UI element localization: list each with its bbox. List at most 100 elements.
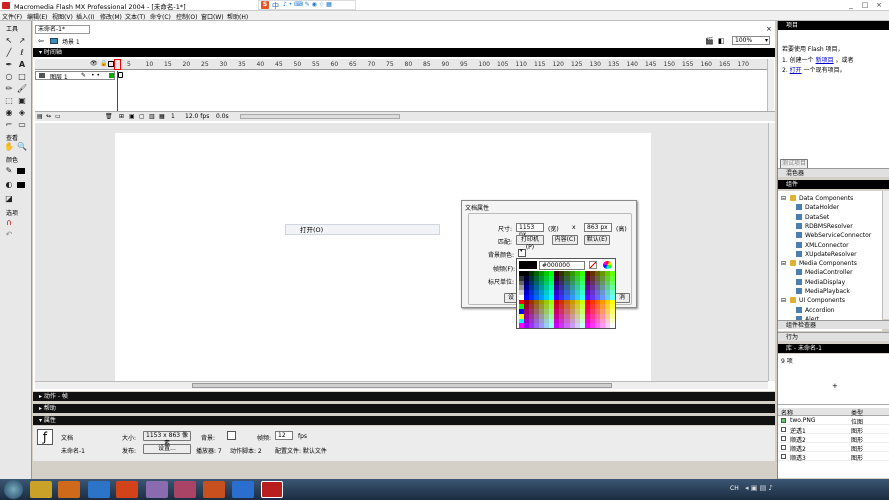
bg-color-swatch[interactable]: ▾ [518,248,526,257]
add-guide-icon[interactable]: ↬ [46,113,51,120]
color-swatch[interactable] [609,323,615,328]
zoom-select[interactable]: 100% ▾ [732,36,770,45]
timeline-hscroll[interactable] [240,114,400,119]
color-swatch[interactable] [519,323,525,328]
component-item[interactable]: XUpdateResolver [796,250,857,258]
taskbar-media-icon[interactable] [58,481,80,498]
components-vscroll[interactable] [882,191,889,319]
menu-text[interactable]: 文本(T) [125,12,145,21]
component-group[interactable]: Data Components [790,195,853,202]
snap-magnet-icon[interactable]: ∩ [3,217,15,228]
doc-close-icon[interactable]: × [766,25,772,33]
components-header[interactable]: 组件 [778,180,889,189]
onion-skin-icon[interactable]: ▣ [129,113,135,120]
library-row[interactable]: 顺透2 图形 [778,434,889,444]
subselect-tool-icon[interactable]: ↗ [16,35,28,46]
fill-color-icon[interactable]: ◐ [3,179,15,190]
color-hex-input[interactable]: #000000 [539,261,585,270]
collapse-toggle-icon[interactable]: ⊟ [781,297,786,304]
stroke-swatch[interactable] [17,168,25,174]
component-item[interactable]: Accordion [796,306,835,314]
match-printer-button[interactable]: 打印机(P) [516,235,544,251]
menu-modify[interactable]: 修改(M) [100,12,122,21]
help-panel-header[interactable]: ▸ 帮助 [33,404,775,413]
smooth-icon[interactable]: ↶ [3,229,15,240]
menu-view[interactable]: 视图(V) [52,12,73,21]
library-row[interactable]: 顺透3 图形 [778,452,889,462]
stage-hscroll[interactable] [35,381,768,389]
timeline-header[interactable]: ▾ 时间轴 [33,48,775,57]
taskbar-app-icon[interactable] [146,481,168,498]
new-project-link[interactable]: 新项目 [816,57,834,64]
width-input[interactable]: 1153 px [516,223,544,238]
line-tool-icon[interactable]: ╱ [3,47,15,58]
library-row[interactable]: 逆透1 图形 [778,425,889,435]
timeline-ruler[interactable]: 5 10 15 20 25 30 35 40 45 50 55 60 65 70 75 80 85 90 95 100… [115,59,767,70]
taskbar-explorer-icon[interactable] [30,481,52,498]
actions-panel-header[interactable]: ▸ 动作 - 帧 [33,392,775,401]
component-item[interactable]: RDBMSResolver [796,222,853,230]
document-tab[interactable]: 未命名-1* [35,25,90,34]
zoom-tool-icon[interactable]: 🔍 [16,141,28,152]
behaviors-header[interactable]: 行为 [778,332,889,341]
edit-symbol-icon[interactable]: ◧ [718,37,725,45]
close-button[interactable]: × [872,1,886,10]
lasso-tool-icon[interactable]: ℓ [16,47,28,58]
rect-tool-icon[interactable]: □ [16,71,28,82]
ink-bottle-icon[interactable]: ◉ [3,107,15,118]
component-item[interactable]: MediaDisplay [796,278,845,286]
collapse-toggle-icon[interactable]: ⊟ [781,260,786,267]
properties-panel-header[interactable]: ▾ 属性 [33,416,775,425]
minimize-button[interactable]: _ [844,1,858,10]
library-row[interactable]: 顺透2 图形 [778,443,889,453]
free-transform-icon[interactable]: ⬚ [3,95,15,106]
menu-file[interactable]: 文件(F) [2,12,22,21]
size-button[interactable]: 1153 x 863 像素 [143,431,191,447]
edit-scene-icon[interactable]: 🎬 [705,37,714,45]
fill-transform-icon[interactable]: ▣ [16,95,28,106]
frames-area[interactable] [114,59,767,111]
timeline-vscroll[interactable] [767,59,774,111]
menu-window[interactable]: 窗口(W) [201,12,224,21]
ime-lang[interactable]: 中 [272,1,279,11]
pen-tool-icon[interactable]: ✒ [3,59,15,70]
project-panel-header[interactable]: 项目 [778,21,889,30]
menu-command[interactable]: 命令(C) [150,12,171,21]
match-default-button[interactable]: 默认(E) [584,235,610,245]
eyedropper-icon[interactable]: ⌐ [3,119,15,130]
color-palette-popup[interactable]: #000000 [516,258,616,329]
modify-markers-icon[interactable]: ▦ [159,113,165,120]
edit-multiple-icon[interactable]: ▥ [149,113,155,120]
start-button[interactable] [4,480,23,499]
taskbar-sogou-icon[interactable] [232,481,254,498]
component-inspector-header[interactable]: 组件检查器 [778,320,889,329]
onion-outline-icon[interactable]: ▢ [139,113,145,120]
color-swatch-grid[interactable] [519,271,615,328]
taskbar-flash-icon[interactable] [261,481,283,498]
component-group[interactable]: UI Components [790,297,845,304]
context-menu-open[interactable]: 打开(O) [285,224,440,235]
component-item[interactable]: DataSet [796,213,829,221]
swap-colors-icon[interactable]: ◪ [3,193,15,204]
menu-edit[interactable]: 编辑(E) [27,12,47,21]
component-item[interactable]: WebServiceConnector [796,232,871,239]
add-folder-icon[interactable]: ▭ [55,113,61,120]
hand-tool-icon[interactable]: ✋ [3,141,15,152]
color-picker-icon[interactable] [603,261,612,269]
taskbar-ppt2-icon[interactable] [203,481,225,498]
stroke-color-icon[interactable]: ✎ [3,165,15,176]
fps-input[interactable]: 12 [275,431,293,440]
taskbar-ppt-icon[interactable] [116,481,138,498]
collapse-toggle-icon[interactable]: ⊟ [781,195,786,202]
component-group[interactable]: Media Components [790,260,857,267]
ime-icons[interactable]: ♪ • ⌨ ✎ ◉ ♢ ▦ [283,1,332,8]
ime-toolbar[interactable]: S 中 ♪ • ⌨ ✎ ◉ ♢ ▦ [258,0,356,10]
text-tool-icon[interactable]: A [16,59,28,70]
tray-icons[interactable]: ◂ ▣ ▤ ♪ [745,484,773,492]
menu-control[interactable]: 控制(O) [176,12,197,21]
bg-swatch[interactable] [227,431,236,440]
taskbar-photo-icon[interactable] [174,481,196,498]
eraser-icon[interactable]: ▭ [16,119,28,130]
stage-vscroll[interactable] [768,123,775,381]
no-color-icon[interactable] [589,261,597,269]
